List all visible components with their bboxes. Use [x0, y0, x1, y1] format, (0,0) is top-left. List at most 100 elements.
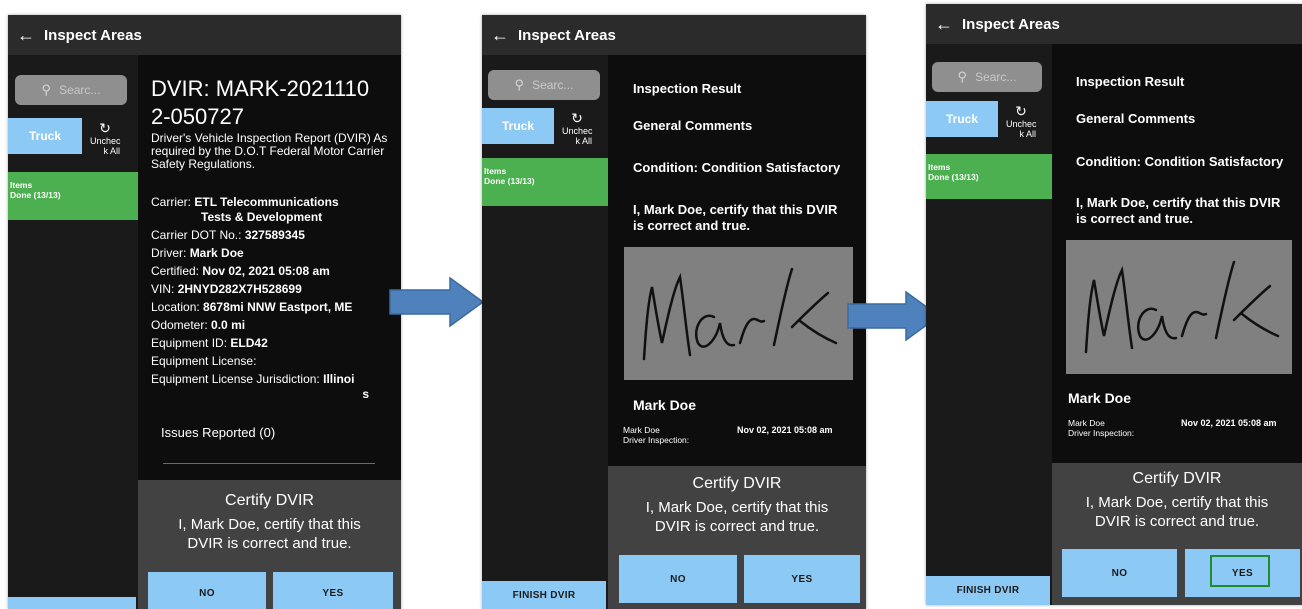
uncheck-line2: k All — [1019, 129, 1036, 139]
dot-value: 327589345 — [244, 228, 305, 242]
signature-image — [642, 267, 838, 361]
carrier-value-line1: ETL Telecommunications — [194, 195, 339, 209]
undo-icon: ↻ — [571, 110, 583, 126]
certify-title: Certify DVIR — [225, 492, 314, 509]
no-button[interactable]: NO — [619, 555, 737, 603]
location-label: Location: — [151, 300, 200, 314]
vin-value: 2HNYD282X7H528699 — [177, 282, 302, 296]
carrier-value-line2: Tests & Development — [201, 210, 323, 224]
signer-small-name: Mark Doe — [623, 425, 660, 435]
search-input[interactable]: ⚲ Searc... — [15, 75, 127, 105]
app-bar: ← Inspect Areas — [8, 15, 401, 55]
condition: Condition: Condition Satisfactory — [1076, 154, 1284, 169]
back-arrow-icon[interactable]: ← — [926, 14, 962, 35]
certify-title: Certify DVIR — [692, 475, 782, 492]
certify-line1: I, Mark Doe, certify that this — [178, 516, 361, 533]
odometer-row: Odometer: 0.0 mi — [151, 316, 399, 334]
dot-label: Carrier DOT No.: — [151, 228, 242, 242]
certify-line2: DVIR is correct and true. — [1094, 513, 1260, 530]
certified-row: Certified: Nov 02, 2021 05:08 am — [151, 262, 399, 280]
sidebar-item-items[interactable]: Items Done (13/13) — [926, 154, 1052, 199]
certify-statement-line2: is correct and true. — [633, 218, 751, 233]
uncheck-line1: Unchec — [1006, 119, 1037, 129]
items-status: Done (13/13) — [10, 190, 61, 200]
issues-reported: Issues Reported (0) — [161, 425, 276, 440]
equipment-label: Equipment ID: — [151, 336, 228, 350]
certify-line2: DVIR is correct and true. — [187, 535, 352, 552]
driver-value: Mark Doe — [189, 246, 244, 260]
uncheck-line1: Unchec — [90, 136, 121, 146]
app-bar-title: Inspect Areas — [962, 15, 1060, 33]
truck-tab[interactable]: Truck — [926, 101, 998, 137]
driver-row: Driver: Mark Doe — [151, 244, 399, 262]
signer-small: Mark Doe Driver Inspection: — [623, 425, 689, 445]
driver-inspection-label: Driver Inspection: — [1068, 428, 1135, 438]
certify-line1: I, Mark Doe, certify that this — [645, 499, 829, 516]
arrow-right-icon — [389, 276, 485, 328]
app-bar-title: Inspect Areas — [44, 26, 142, 44]
search-icon: ⚲ — [514, 77, 525, 92]
search-input[interactable]: ⚲ Searc... — [488, 70, 600, 100]
uncheck-all-button[interactable]: ↻ Unchec k All — [1006, 103, 1037, 139]
yes-highlight-box — [1210, 555, 1270, 587]
signature-image — [1084, 260, 1280, 354]
sidebar-item-items[interactable]: Items Done (13/13) — [8, 172, 138, 220]
search-placeholder: Searc... — [59, 83, 101, 97]
uncheck-line2: k All — [575, 136, 592, 146]
screen-dvir-report: ← Inspect Areas ⚲ Searc... Truck ↻ Unche… — [8, 15, 401, 609]
finish-dvir-button[interactable] — [8, 597, 136, 609]
location-row: Location: 8678mi NNW Eastport, ME — [151, 298, 399, 316]
items-status: Done (13/13) — [928, 172, 979, 182]
screen-confirm-yes: ← Inspect Areas ⚲ Searc... Truck ↻ Unche… — [926, 4, 1302, 605]
yes-button[interactable]: YES — [744, 555, 860, 603]
search-icon: ⚲ — [957, 69, 968, 84]
no-button[interactable]: NO — [148, 572, 266, 609]
divider — [163, 463, 375, 464]
vin-row: VIN: 2HNYD282X7H528699 — [151, 280, 399, 298]
truck-tab[interactable]: Truck — [482, 108, 554, 144]
certify-statement: I, Mark Doe, certify that this DVIR is c… — [633, 202, 837, 234]
back-arrow-icon[interactable]: ← — [482, 25, 518, 46]
signer-name: Mark Doe — [1068, 390, 1132, 406]
equipment-value: ELD42 — [230, 336, 268, 350]
uncheck-line1: Unchec — [562, 126, 593, 136]
jurisdiction-value-line2: s — [362, 387, 369, 401]
yes-button[interactable]: YES — [273, 572, 393, 609]
finish-dvir-button[interactable]: FINISH DVIR — [926, 576, 1050, 605]
app-bar-title: Inspect Areas — [518, 26, 616, 44]
search-placeholder: Searc... — [975, 70, 1017, 84]
uncheck-all-button[interactable]: ↻ Unchec k All — [90, 120, 121, 156]
report-details: Carrier: ETL Telecommunications Tests & … — [151, 193, 399, 403]
signer-name: Mark Doe — [633, 397, 697, 413]
inspection-date: Nov 02, 2021 05:08 am — [737, 425, 833, 435]
signer-small-name: Mark Doe — [1068, 418, 1105, 428]
license-label: Equipment License: — [151, 354, 257, 368]
vin-label: VIN: — [151, 282, 175, 296]
search-input[interactable]: ⚲ Searc... — [932, 62, 1042, 92]
finish-dvir-button[interactable]: FINISH DVIR — [482, 581, 606, 609]
certified-label: Certified: — [151, 264, 200, 278]
search-placeholder: Searc... — [532, 78, 574, 92]
no-button[interactable]: NO — [1062, 549, 1177, 597]
dot-row: Carrier DOT No.: 327589345 — [151, 226, 399, 244]
certify-title: Certify DVIR — [1132, 470, 1222, 487]
location-value: 8678mi NNW Eastport, ME — [203, 300, 353, 314]
dvir-title-line2: 2-050727 — [151, 104, 244, 129]
general-comments: General Comments — [633, 118, 753, 133]
license-row: Equipment License: — [151, 352, 399, 370]
sidebar-item-items[interactable]: Items Done (13/13) — [482, 158, 608, 206]
driver-inspection-label: Driver Inspection: — [623, 435, 690, 445]
search-icon: ⚲ — [41, 82, 52, 97]
items-status: Done (13/13) — [484, 176, 535, 186]
certify-statement-line1: I, Mark Doe, certify that this DVIR — [633, 202, 838, 217]
app-bar: ← Inspect Areas — [482, 15, 866, 55]
back-arrow-icon[interactable]: ← — [8, 25, 44, 46]
uncheck-all-button[interactable]: ↻ Unchec k All — [562, 110, 593, 146]
certify-line1: I, Mark Doe, certify that this — [1085, 494, 1269, 511]
truck-tab[interactable]: Truck — [8, 118, 82, 154]
app-bar: ← Inspect Areas — [926, 4, 1302, 44]
jurisdiction-value-line1: Illinoi — [323, 372, 355, 386]
certify-statement: I, Mark Doe, certify that this DVIR is c… — [1076, 195, 1280, 227]
certify-line2: DVIR is correct and true. — [654, 518, 820, 535]
uncheck-line2: k All — [103, 146, 120, 156]
